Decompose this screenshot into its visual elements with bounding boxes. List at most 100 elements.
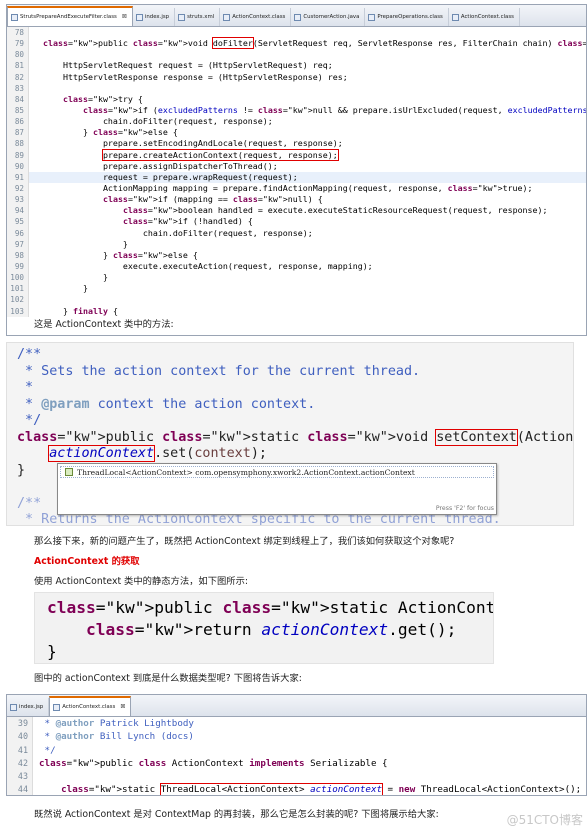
code-line: 95 class="kw">if (!handled) { xyxy=(7,216,586,228)
close-tab-icon[interactable]: ⊠ xyxy=(122,8,127,26)
line-number: 43 xyxy=(7,770,33,784)
autocomplete-popup[interactable]: ThreadLocal<ActionContext> com.opensymph… xyxy=(57,463,497,515)
code-line: 81 HttpServletRequest request = (HttpSer… xyxy=(7,60,586,72)
editor-tab-bar: index.jsp ActionContext.class ⊠ xyxy=(7,695,586,717)
line-number: 87 xyxy=(7,127,29,139)
line-number: 40 xyxy=(7,730,33,744)
code-text: * @author Patrick Lightbody xyxy=(39,718,194,729)
line-number: 91 xyxy=(7,171,29,183)
code-line: 99 execute.executeAction(request, respon… xyxy=(7,260,586,273)
editor-tab-label: PrepareOperations.class xyxy=(377,14,443,20)
line-number: 83 xyxy=(7,82,29,94)
code-line: /** xyxy=(17,347,42,362)
code-text: class="kw">public class="kw">void doFilt… xyxy=(43,37,586,50)
code-line: 98 } class="kw">else { xyxy=(7,249,586,261)
code-text: } class="kw">else { xyxy=(43,249,198,260)
line-number: 99 xyxy=(7,260,29,273)
jsp-file-icon xyxy=(135,13,143,21)
line-number: 101 xyxy=(7,283,29,295)
code-line: 42 class="kw">public class ActionContext … xyxy=(7,756,586,771)
code-block-getcontext: class="kw">public class="kw">static Acti… xyxy=(47,597,493,663)
paragraph-actioncontext-method: 这是 ActionContext 类中的方法: xyxy=(34,319,174,330)
line-number: 97 xyxy=(7,238,29,250)
code-line: 40 * @author Bill Lynch (docs) xyxy=(7,730,586,744)
line-number: 89 xyxy=(7,149,29,161)
code-text: ActionMapping mapping = prepare.findActi… xyxy=(43,182,533,193)
editor-tab-label: CustomerAction.java xyxy=(303,14,360,20)
code-text: } class="kw">else { xyxy=(43,127,178,138)
line-number: 93 xyxy=(7,194,29,206)
code-text: } xyxy=(43,283,88,294)
editor-window-actioncontext: index.jsp ActionContext.class ⊠ 39 * @auth… xyxy=(6,694,587,796)
line-number: 94 xyxy=(7,205,29,217)
class-file-icon xyxy=(53,703,61,711)
code-line: actionContext.set(context); xyxy=(48,445,267,462)
line-number: 103 xyxy=(7,305,29,317)
code-text: HttpServletResponse response = (HttpServ… xyxy=(43,71,348,82)
editor-tab[interactable]: index.jsp xyxy=(7,698,50,716)
line-number: 44 xyxy=(7,783,33,795)
editor-tab[interactable]: struts.xml xyxy=(175,8,221,26)
line-number: 95 xyxy=(7,216,29,228)
class-file-icon xyxy=(223,13,231,21)
line-number: 78 xyxy=(7,27,29,39)
autocomplete-hint: Press 'F2' for focus xyxy=(435,505,494,512)
code-text: * @author Bill Lynch (docs) xyxy=(39,731,194,743)
line-number: 42 xyxy=(7,756,33,771)
code-area-actioncontext[interactable]: 39 * @author Patrick Lightbody 40 * @auth… xyxy=(7,717,586,795)
code-line: 97 } xyxy=(7,238,586,250)
watermark: @51CTO博客 xyxy=(506,813,583,827)
code-line: 43 xyxy=(7,770,586,784)
code-text: class="kw">public class ActionContext im… xyxy=(39,757,388,769)
editor-tab-label: struts.xml xyxy=(187,14,215,20)
code-line: 84 class="kw">try { xyxy=(7,93,586,105)
editor-tab[interactable]: ActionContext.class xyxy=(449,8,520,26)
code-text: HttpServletRequest request = (HttpServle… xyxy=(43,60,333,71)
paragraph-static-method: 使用 ActionContext 类中的静态方法，如下图所示: xyxy=(34,576,249,587)
java-file-icon xyxy=(294,13,302,21)
code-line: 100 } xyxy=(7,272,586,284)
line-number: 92 xyxy=(7,182,29,195)
code-text: request = prepare.wrapRequest(request); xyxy=(43,171,298,182)
line-number: 88 xyxy=(7,138,29,150)
editor-tab[interactable]: StrutsPrepareAndExecuteFilter.class ⊠ xyxy=(7,6,133,26)
editor-tab[interactable]: ActionContext.class ⊠ xyxy=(49,696,132,716)
line-number: 39 xyxy=(7,717,33,731)
code-text: class="kw">if (excludedPatterns != class… xyxy=(82,104,587,115)
line-number: 84 xyxy=(7,93,29,105)
code-line: class="kw">public class="kw">static clas… xyxy=(17,428,574,446)
xml-file-icon xyxy=(178,13,186,21)
class-file-icon xyxy=(368,13,376,21)
code-area-filter[interactable]: 78 79 class="kw">public class="kw">void do… xyxy=(7,27,586,317)
autocomplete-item[interactable]: ThreadLocal<ActionContext> com.opensymph… xyxy=(60,466,494,478)
code-snippet-getcontext: class="kw">public class="kw">static Acti… xyxy=(34,592,494,664)
paragraph-question: 那么接下来，新的问题产生了，既然把 ActionContext 绑定到线程上了，… xyxy=(34,536,455,547)
editor-tab[interactable]: ActionContext.class xyxy=(220,8,292,26)
editor-tab-label: ActionContext.class xyxy=(460,14,514,20)
editor-tab[interactable]: index.jsp xyxy=(133,8,176,26)
close-tab-icon[interactable]: ⊠ xyxy=(120,698,125,716)
editor-tab[interactable]: CustomerAction.java xyxy=(291,8,366,26)
code-line: 41 */ xyxy=(7,743,586,757)
autocomplete-item-label: ThreadLocal<ActionContext> com.opensymph… xyxy=(77,467,415,477)
code-line: 91 request = prepare.wrapRequest(request… xyxy=(7,171,586,183)
code-line: 44 class="kw">static ThreadLocal<ActionC… xyxy=(7,783,586,795)
code-line: class="kw">public class="kw">static Acti… xyxy=(47,598,493,617)
editor-window-filter: StrutsPrepareAndExecuteFilter.class ⊠ inde… xyxy=(6,4,587,336)
jsp-file-icon xyxy=(10,703,17,711)
field-icon xyxy=(65,468,73,476)
code-line: 102 xyxy=(7,294,586,306)
editor-tab[interactable]: PrepareOperations.class xyxy=(365,8,449,26)
code-line: 87 } class="kw">else { xyxy=(7,127,586,139)
code-line: 89 prepare.createActionContext(request, … xyxy=(7,148,586,161)
code-line: 82 HttpServletResponse response = (HttpS… xyxy=(7,71,586,83)
code-line: 96 chain.doFilter(request, response); xyxy=(7,227,586,239)
editor-tab-label: ActionContext.class xyxy=(62,704,116,710)
section-heading: ActionContext 的获取 xyxy=(34,556,140,567)
line-number: 80 xyxy=(7,49,29,61)
editor-tab-label: index.jsp xyxy=(19,704,44,710)
code-text: } xyxy=(43,238,128,249)
line-number: 90 xyxy=(7,160,29,172)
